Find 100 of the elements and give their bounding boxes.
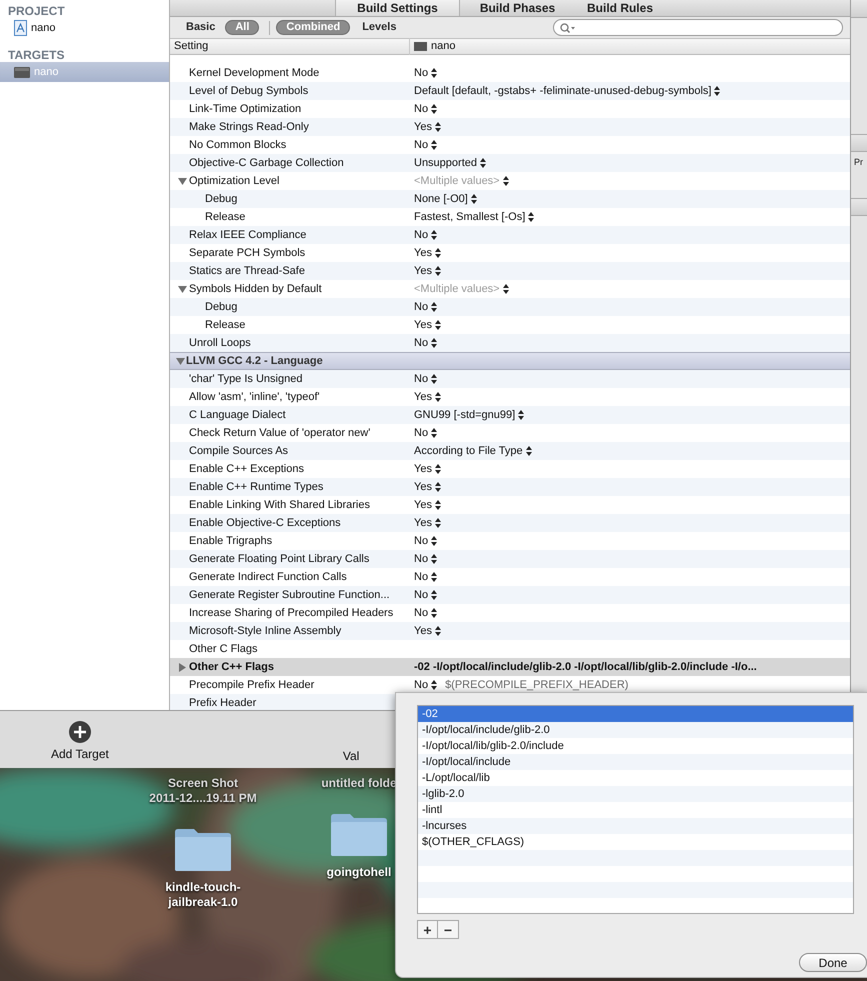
setting-row[interactable]: Enable C++ Runtime Types Yes <box>170 478 850 496</box>
setting-row[interactable]: Make Strings Read-Only Yes <box>170 118 850 136</box>
tab[interactable]: Build Settings <box>335 0 460 16</box>
flag-row[interactable]: -lncurses <box>418 818 853 834</box>
stepper-icon[interactable] <box>434 320 441 330</box>
stepper-icon[interactable] <box>434 392 441 402</box>
filter-toggle[interactable]: Basic <box>180 20 222 35</box>
disclosure-triangle-icon[interactable] <box>178 662 187 672</box>
stepper-icon[interactable] <box>518 410 524 420</box>
stepper-icon[interactable] <box>431 554 438 564</box>
add-button[interactable]: + <box>418 921 438 938</box>
setting-row[interactable]: Generate Floating Point Library Calls No <box>170 550 850 568</box>
setting-row[interactable]: Relax IEEE Compliance No <box>170 226 850 244</box>
setting-row[interactable]: Compile Sources As According to File Type <box>170 442 850 460</box>
setting-name: C Language Dialect <box>189 408 286 423</box>
setting-row[interactable]: Level of Debug Symbols Default [default, -gstabs+ -feliminate-unused-debug-symbols] <box>170 82 850 100</box>
toolbar-label[interactable]: Val <box>342 747 360 765</box>
desktop-icon-label[interactable]: goingtohell <box>326 865 392 880</box>
stepper-icon[interactable] <box>528 212 534 222</box>
stepper-icon[interactable] <box>431 338 438 348</box>
stepper-icon[interactable] <box>714 86 720 96</box>
stepper-icon[interactable] <box>502 176 509 186</box>
desktop-icon-label[interactable]: kindle-touch- jailbreak-1.0 <box>165 880 241 910</box>
stepper-icon[interactable] <box>480 158 486 168</box>
disclosure-triangle-icon[interactable] <box>176 356 185 366</box>
flag-row[interactable]: -lintl <box>418 802 853 818</box>
search-field[interactable] <box>553 19 843 36</box>
flag-row[interactable]: -I/opt/local/lib/glib-2.0/include <box>418 738 853 754</box>
remove-button[interactable]: − <box>438 921 458 938</box>
flag-row[interactable]: -L/opt/local/lib <box>418 770 853 786</box>
setting-value: Unsupported <box>414 156 477 171</box>
folder-icon[interactable] <box>174 828 232 872</box>
stepper-icon[interactable] <box>434 518 441 528</box>
stepper-icon[interactable] <box>502 284 509 294</box>
setting-value: None [-O0] <box>414 192 468 207</box>
setting-row[interactable]: Unroll Loops No <box>170 334 850 352</box>
add-target-button[interactable]: Add Target <box>51 721 109 763</box>
stepper-icon[interactable] <box>434 122 441 132</box>
project-file-icon <box>14 20 27 36</box>
stepper-icon[interactable] <box>434 626 441 636</box>
desktop-icon-label[interactable]: Screen Shot 2011-12....19.11 PM <box>149 776 257 806</box>
setting-row[interactable]: 'char' Type Is Unsigned No <box>170 370 850 388</box>
section-header[interactable]: LLVM GCC 4.2 - Language <box>170 352 850 370</box>
flag-row[interactable]: -lglib-2.0 <box>418 786 853 802</box>
setting-row[interactable]: Generate Register Subroutine Function... No <box>170 586 850 604</box>
setting-name: Link-Time Optimization <box>189 102 302 117</box>
setting-name: Enable Trigraphs <box>189 534 272 549</box>
setting-name: Release <box>205 210 246 225</box>
setting-value: No <box>414 534 428 549</box>
setting-row[interactable]: C Language Dialect GNU99 [-std=gnu99] <box>170 406 850 424</box>
tab[interactable]: Build Phases <box>460 0 575 16</box>
disclosure-triangle-icon[interactable] <box>178 284 187 294</box>
column-header[interactable]: Setting <box>170 38 410 55</box>
stepper-icon[interactable] <box>434 248 441 258</box>
desktop-icon-label[interactable]: untitled folde <box>321 776 397 791</box>
stepper-icon[interactable] <box>431 572 438 582</box>
done-button[interactable]: Done <box>799 953 867 972</box>
stepper-icon[interactable] <box>431 104 438 114</box>
stepper-icon[interactable] <box>431 230 438 240</box>
setting-value: Yes <box>414 390 432 405</box>
setting-row[interactable]: Other C++ Flags -02 -I/opt/local/include/glib-2.0 -I/opt/local/lib/glib-2.0/include -I/o... <box>170 658 850 676</box>
stepper-icon[interactable] <box>431 428 438 438</box>
stepper-icon[interactable] <box>434 266 441 276</box>
stepper-icon[interactable] <box>431 140 438 150</box>
flag-row[interactable]: $(OTHER_CFLAGS) <box>418 834 853 850</box>
tab[interactable]: Build Rules <box>575 0 665 16</box>
stepper-icon[interactable] <box>434 482 441 492</box>
setting-name: Unroll Loops <box>189 336 251 351</box>
setting-row[interactable]: Enable Objective-C Exceptions Yes <box>170 514 850 532</box>
stepper-icon[interactable] <box>431 302 438 312</box>
setting-value: No <box>414 372 428 387</box>
setting-row[interactable]: Debug No <box>170 298 850 316</box>
stepper-icon[interactable] <box>434 500 441 510</box>
filter-toggle[interactable]: Levels <box>356 20 402 35</box>
stepper-icon[interactable] <box>431 374 438 384</box>
setting-name: No Common Blocks <box>189 138 286 153</box>
setting-name: Compile Sources As <box>189 444 288 459</box>
flag-row[interactable]: -I/opt/local/include <box>418 754 853 770</box>
stepper-icon[interactable] <box>434 464 441 474</box>
stepper-icon[interactable] <box>526 446 532 456</box>
setting-value: Yes <box>414 516 432 531</box>
sidebar-item[interactable]: nano <box>0 18 169 38</box>
setting-row[interactable]: Debug None [-O0] <box>170 190 850 208</box>
stepper-icon[interactable] <box>431 68 438 78</box>
setting-row[interactable]: Microsoft-Style Inline Assembly Yes <box>170 622 850 640</box>
setting-row[interactable]: Statics are Thread-Safe Yes <box>170 262 850 280</box>
column-header[interactable]: nano <box>410 38 456 55</box>
setting-row[interactable]: Objective-C Garbage Collection Unsupported <box>170 154 850 172</box>
stepper-icon[interactable] <box>431 608 438 618</box>
setting-name: Generate Indirect Function Calls <box>189 570 347 585</box>
disclosure-triangle-icon[interactable] <box>178 176 187 186</box>
flag-row[interactable]: -02 <box>418 706 853 722</box>
stepper-icon[interactable] <box>431 680 438 690</box>
setting-name: Make Strings Read-Only <box>189 120 309 135</box>
flag-row[interactable]: -I/opt/local/include/glib-2.0 <box>418 722 853 738</box>
stepper-icon[interactable] <box>431 590 438 600</box>
sidebar-heading: TARGETS <box>7 47 66 62</box>
folder-icon[interactable] <box>330 813 388 857</box>
stepper-icon[interactable] <box>470 194 477 204</box>
stepper-icon[interactable] <box>431 536 438 546</box>
